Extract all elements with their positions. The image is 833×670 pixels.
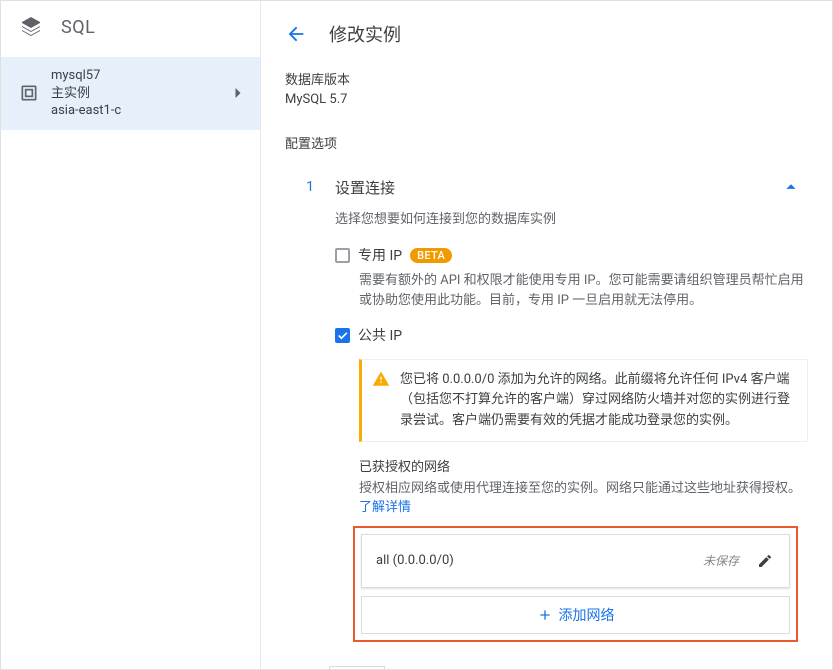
step-connections-header[interactable]: 1 设置连接	[297, 166, 808, 206]
sidebar: SQL mysql57 主实例 asia-east1-c	[1, 1, 261, 669]
step-description: 选择您想要如何连接到您的数据库实例	[335, 208, 808, 227]
chevron-right-icon	[228, 83, 248, 103]
auth-net-title: 已获授权的网络	[359, 456, 808, 475]
close-button[interactable]: 关闭	[329, 666, 385, 669]
db-version-label: 数据库版本	[285, 69, 808, 88]
instance-text: mysql57 主实例 asia-east1-c	[51, 67, 228, 120]
chevron-up-icon	[780, 176, 802, 198]
add-network-label: 添加网络	[559, 605, 615, 625]
warning-box: 您已将 0.0.0.0/0 添加为允许的网络。此前缀将允许任何 IPv4 客户端…	[359, 359, 808, 441]
public-ip-option: 公共 IP	[335, 325, 808, 345]
network-entry: all (0.0.0.0/0) 未保存	[361, 534, 790, 588]
add-network-button[interactable]: 添加网络	[361, 596, 790, 634]
network-status: 未保存	[703, 552, 739, 569]
sidebar-instance-item[interactable]: mysql57 主实例 asia-east1-c	[1, 57, 260, 130]
private-ip-help: 需要有额外的 API 和权限才能使用专用 IP。您可能需要请组织管理员帮忙启用或…	[359, 271, 808, 311]
product-title: SQL	[61, 17, 95, 38]
page-title: 修改实例	[329, 21, 401, 47]
db-version-value: MySQL 5.7	[285, 92, 808, 107]
learn-more-link[interactable]: 了解详情	[359, 500, 411, 515]
config-options-heading: 配置选项	[285, 133, 808, 152]
network-name: all (0.0.0.0/0)	[376, 553, 703, 568]
main-content: 修改实例 数据库版本 MySQL 5.7 配置选项 1 设置连接 选择您想要如何…	[261, 1, 832, 669]
auth-net-desc: 授权相应网络或使用代理连接至您的实例。网络只能通过这些地址获得授权。 了解详情	[359, 479, 808, 518]
step-number: 1	[297, 179, 323, 195]
instance-zone: asia-east1-c	[51, 102, 228, 120]
highlight-frame: all (0.0.0.0/0) 未保存 添加网络	[353, 526, 798, 642]
beta-badge: BETA	[410, 248, 452, 263]
sql-product-icon	[19, 15, 43, 39]
warning-text: 您已将 0.0.0.0/0 添加为允许的网络。此前缀将允许任何 IPv4 客户端…	[400, 370, 793, 430]
step-title: 设置连接	[335, 177, 780, 198]
authorized-networks-section: 已获授权的网络 授权相应网络或使用代理连接至您的实例。网络只能通过这些地址获得授…	[359, 456, 808, 518]
public-ip-checkbox[interactable]	[335, 328, 350, 343]
instance-icon	[19, 83, 39, 103]
instance-name: mysql57	[51, 67, 228, 85]
back-button[interactable]	[285, 23, 307, 45]
edit-network-button[interactable]	[751, 547, 779, 575]
instance-type: 主实例	[51, 85, 228, 103]
public-ip-label: 公共 IP	[358, 325, 402, 345]
main-header: 修改实例	[261, 1, 832, 59]
sidebar-header: SQL	[1, 1, 260, 57]
private-ip-option: 专用 IP BETA 需要有额外的 API 和权限才能使用专用 IP。您可能需要…	[335, 245, 808, 311]
warning-icon	[372, 370, 390, 388]
private-ip-checkbox[interactable]	[335, 248, 350, 263]
private-ip-label: 专用 IP	[358, 245, 402, 265]
